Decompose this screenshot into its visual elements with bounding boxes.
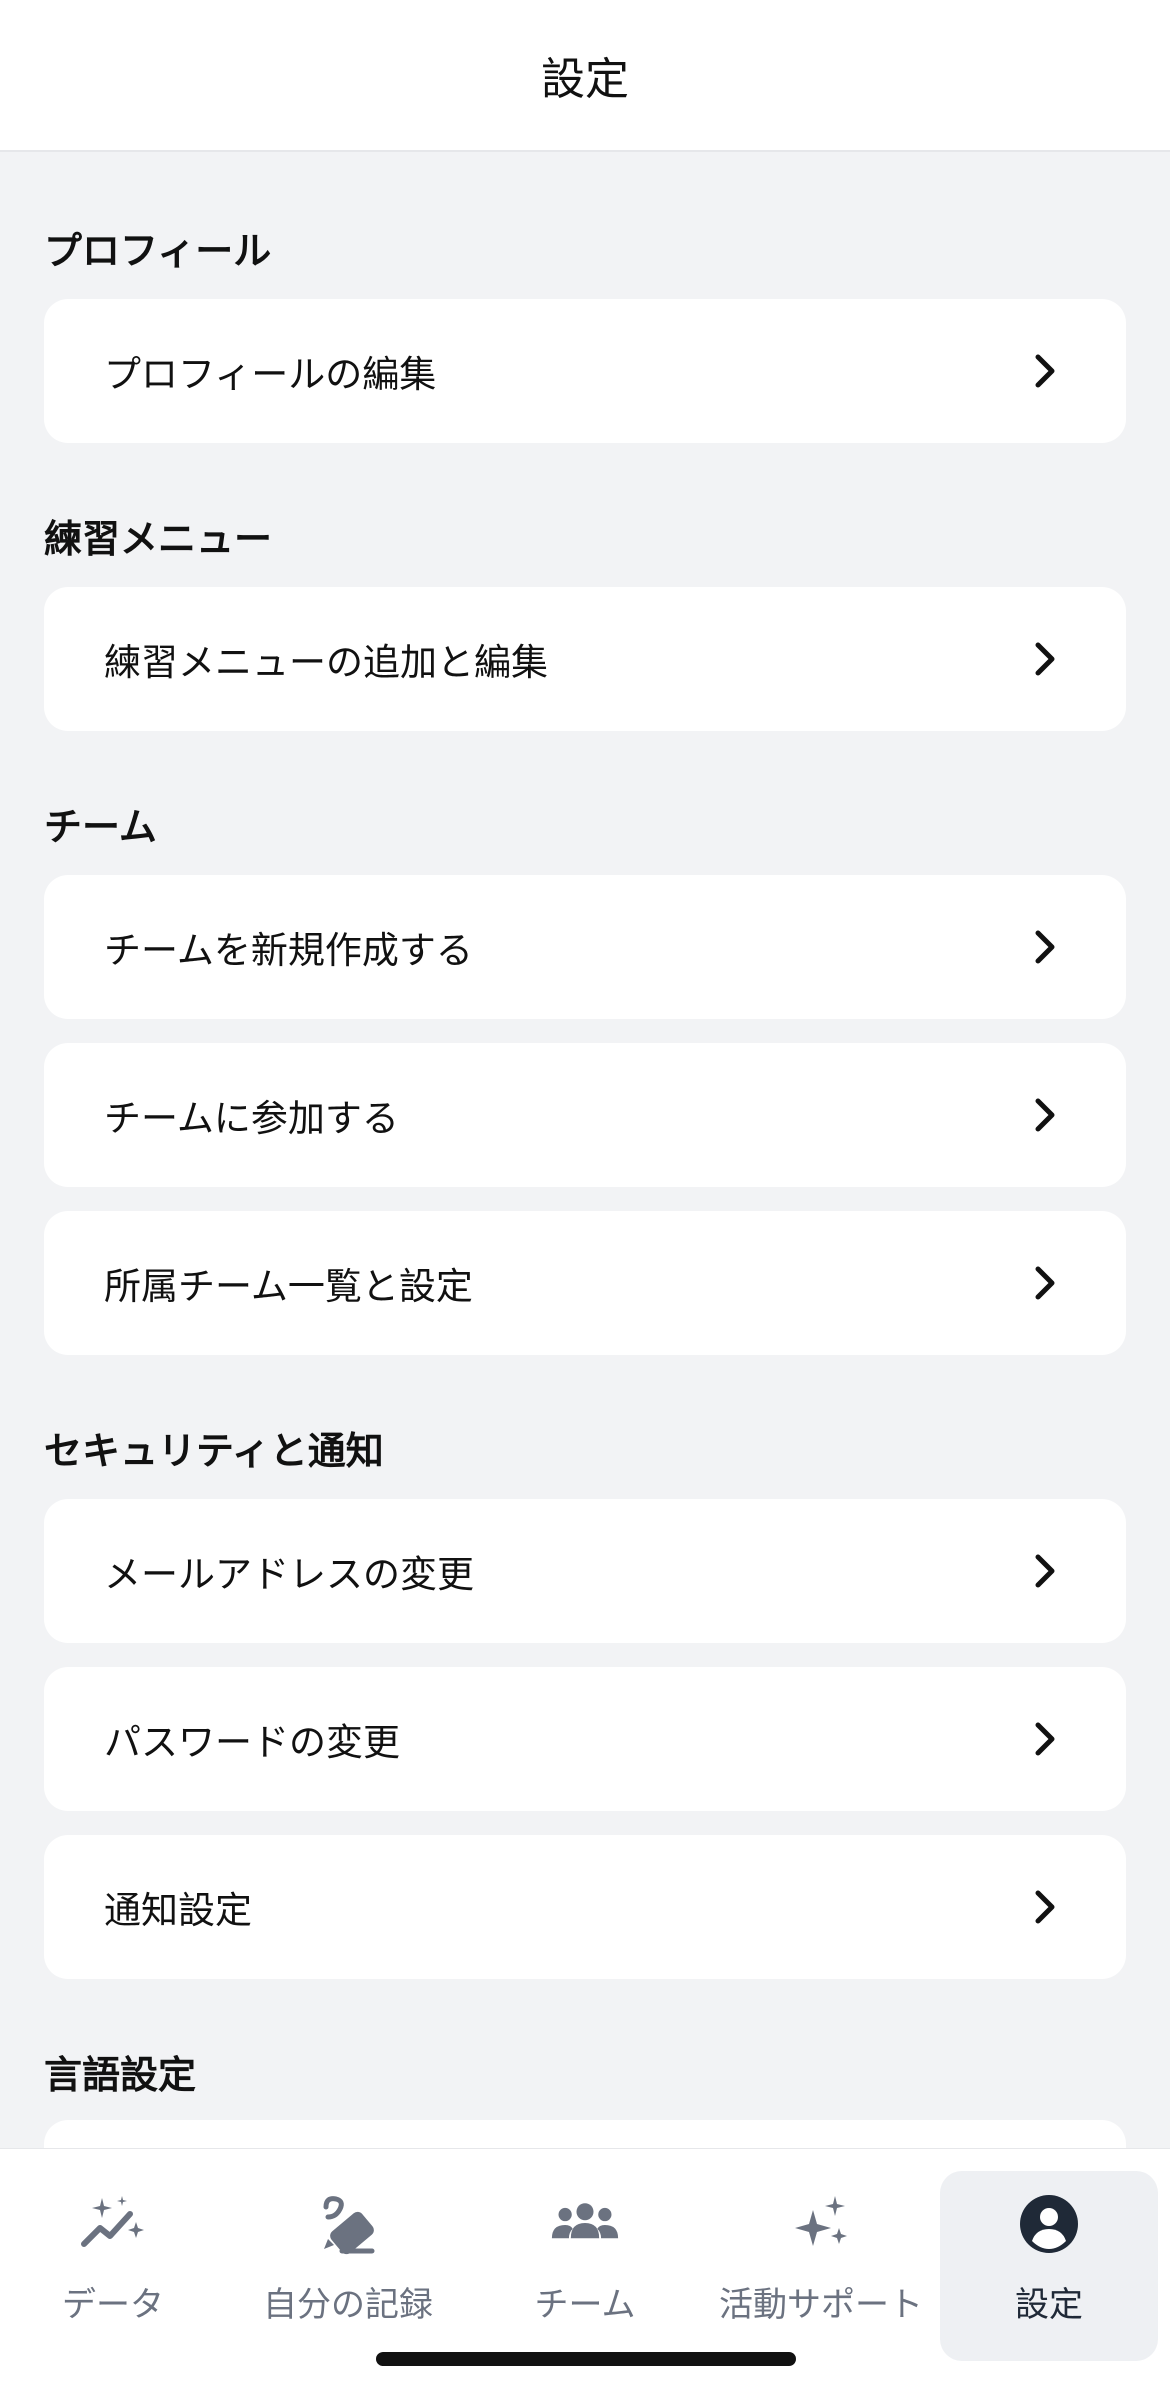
tab-my-records[interactable]: 自分の記録 [252,2171,444,2361]
tab-activity-support[interactable]: 活動サポート [712,2171,930,2361]
chevron-right-icon [1030,1888,1060,1926]
tab-settings[interactable]: 設定 [940,2171,1158,2361]
chevron-right-icon [1030,1096,1060,1134]
row-label: チームに参加する [104,1097,399,1140]
tab-label: チーム [534,2285,636,2325]
sparkles-icon [786,2189,856,2259]
section-title-profile: プロフィール [44,229,272,273]
change-email-row[interactable]: メールアドレスの変更 [44,1499,1126,1643]
row-label: チームを新規作成する [104,929,473,972]
edit-practice-menu-row[interactable]: 練習メニューの追加と編集 [44,587,1126,731]
chevron-right-icon [1030,1552,1060,1590]
tab-label: 自分の記録 [263,2285,433,2325]
top-app-bar: 設定 [0,0,1170,152]
row-label: 通知設定 [104,1889,252,1932]
section-title-practice-menu: 練習メニュー [44,517,273,561]
chevron-right-icon [1030,1720,1060,1758]
section-title-team: チーム [44,805,157,849]
row-label: 所属チーム一覧と設定 [104,1265,473,1308]
team-list-settings-row[interactable]: 所属チーム一覧と設定 [44,1211,1126,1355]
home-indicator [376,2352,796,2366]
tab-label: 設定 [1015,2285,1083,2325]
tab-team[interactable]: チーム [490,2171,680,2361]
join-team-row[interactable]: チームに参加する [44,1043,1126,1187]
tab-label: 活動サポート [719,2285,923,2325]
sparkle-chart-icon [78,2189,148,2259]
section-title-security: セキュリティと通知 [44,1429,384,1473]
people-group-icon [550,2189,620,2259]
row-label: 練習メニューの追加と編集 [104,641,548,684]
chevron-right-icon [1030,1264,1060,1302]
change-password-row[interactable]: パスワードの変更 [44,1667,1126,1811]
tab-label: データ [62,2285,164,2325]
row-label: メールアドレスの変更 [104,1553,474,1596]
chevron-right-icon [1030,352,1060,390]
page-title: 設定 [541,54,629,105]
row-label: プロフィールの編集 [104,353,437,396]
edit-profile-row[interactable]: プロフィールの編集 [44,299,1126,443]
pencil-note-icon [313,2189,383,2259]
chevron-right-icon [1030,640,1060,678]
chevron-right-icon [1030,928,1060,966]
section-title-language: 言語設定 [44,2053,197,2097]
create-team-row[interactable]: チームを新規作成する [44,875,1126,1019]
tab-data[interactable]: データ [22,2171,204,2361]
row-label: パスワードの変更 [104,1721,400,1764]
user-circle-icon [1014,2189,1084,2259]
notification-settings-row[interactable]: 通知設定 [44,1835,1126,1979]
